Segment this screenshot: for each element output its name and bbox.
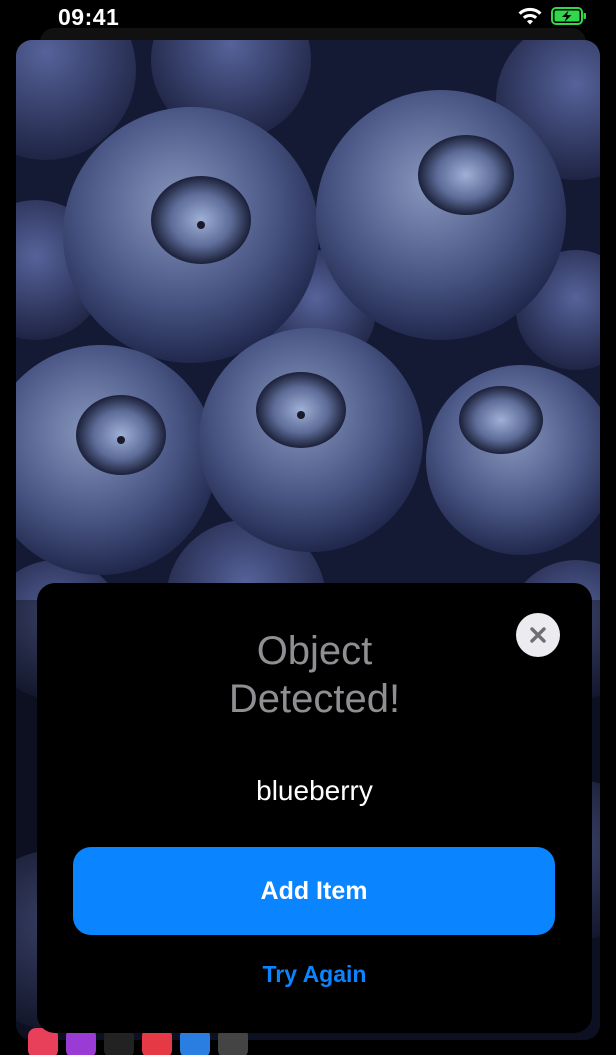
- modal-title: Object Detected!: [228, 629, 401, 721]
- status-time: 09:41: [58, 4, 120, 30]
- detected-object-label: blueberry: [256, 775, 373, 806]
- wifi-icon: [518, 7, 542, 25]
- close-button[interactable]: [516, 613, 560, 657]
- try-again-button[interactable]: Try Again: [37, 961, 592, 988]
- detection-modal: Object Detected! blueberry Add Item Try …: [37, 583, 592, 1033]
- close-icon: [530, 627, 546, 643]
- add-item-button-label: Add Item: [260, 876, 368, 905]
- add-item-button[interactable]: Add Item: [73, 847, 555, 935]
- battery-charging-icon: [551, 7, 586, 25]
